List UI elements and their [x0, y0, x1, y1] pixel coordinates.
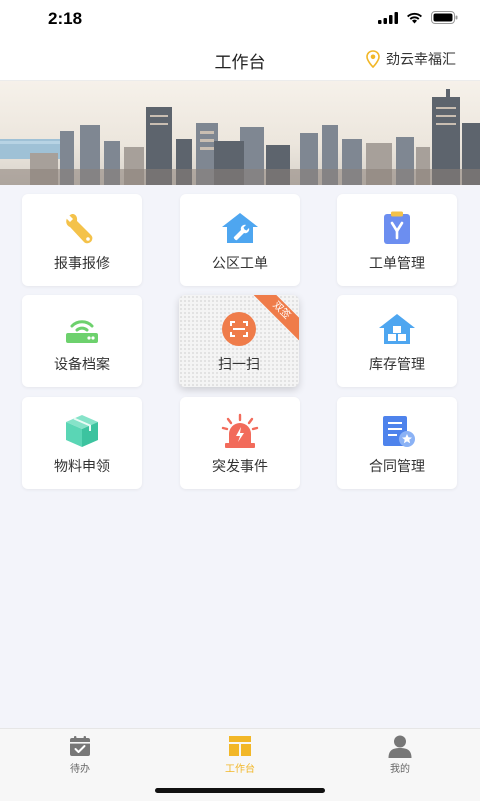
- tile-label: 设备档案: [54, 357, 110, 373]
- tile-report-repair[interactable]: 报事报修: [22, 194, 142, 286]
- tile-equipment-archive[interactable]: 设备档案: [22, 295, 142, 387]
- home-indicator: [155, 788, 325, 793]
- dashboard-icon: [229, 736, 251, 756]
- tab-label: 我的: [390, 764, 410, 775]
- tile-label: 工单管理: [369, 256, 425, 272]
- tile-label: 公区工单: [212, 256, 268, 272]
- tile-label: 报事报修: [54, 256, 110, 272]
- scan-icon: [222, 312, 256, 346]
- tab-label: 工作台: [225, 764, 255, 775]
- tile-inventory-management[interactable]: 库存管理: [337, 295, 457, 387]
- tab-mine[interactable]: 我的: [360, 729, 440, 789]
- calendar-check-icon: [70, 736, 90, 756]
- house-wrench-icon: [222, 213, 258, 243]
- banner-image: [0, 81, 480, 185]
- tile-label: 合同管理: [369, 459, 425, 475]
- wifi-icon: [407, 12, 422, 23]
- tile-label: 扫一扫: [218, 357, 260, 373]
- status-icons: [378, 11, 458, 24]
- tile-emergency-event[interactable]: 突发事件: [180, 397, 300, 489]
- box-icon: [66, 415, 98, 447]
- battery-icon: [431, 11, 458, 24]
- router-icon: [66, 320, 98, 343]
- alarm-icon: [221, 413, 259, 448]
- location-selector[interactable]: 劲云幸福汇: [366, 49, 456, 69]
- status-bar: 2:18: [0, 0, 480, 38]
- tab-workbench[interactable]: 工作台: [200, 729, 280, 789]
- tab-todo[interactable]: 待办: [40, 729, 120, 789]
- header: 工作台 劲云幸福汇: [0, 38, 480, 81]
- tile-label: 突发事件: [212, 459, 268, 475]
- location-pin-icon: [366, 50, 380, 68]
- warehouse-icon: [379, 314, 415, 344]
- wrench-icon: [65, 213, 93, 244]
- status-time: 2:18: [48, 9, 83, 28]
- tile-scan[interactable]: 双签 扫一扫: [179, 295, 299, 387]
- clipboard-icon: [384, 211, 410, 244]
- tile-label: 物料申领: [54, 459, 110, 475]
- tile-public-work-order[interactable]: 公区工单: [180, 194, 300, 286]
- location-label: 劲云幸福汇: [386, 52, 456, 68]
- tile-material-requisition[interactable]: 物料申领: [22, 397, 142, 489]
- tile-label: 库存管理: [369, 357, 425, 373]
- user-icon: [388, 735, 412, 758]
- cellular-signal-icon: [378, 11, 398, 24]
- tile-work-order-management[interactable]: 工单管理: [337, 194, 457, 286]
- tile-contract-management[interactable]: 合同管理: [337, 397, 457, 489]
- contract-icon: [383, 416, 415, 447]
- tab-label: 待办: [70, 764, 90, 775]
